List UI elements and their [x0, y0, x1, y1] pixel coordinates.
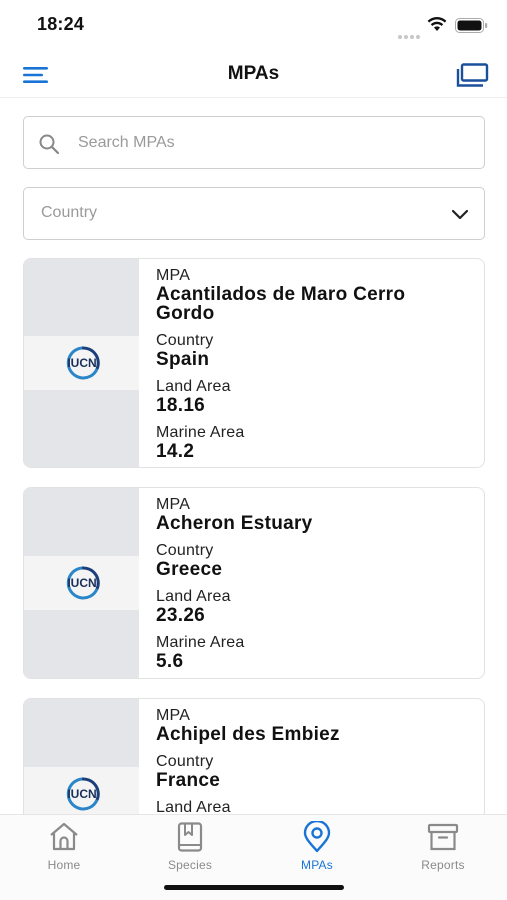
mpa-thumbnail: IUCN: [24, 699, 139, 814]
tab-mpas[interactable]: MPAs: [267, 821, 367, 877]
mpa-name: Achipel des Embiez: [156, 724, 340, 745]
app-header: MPAs: [0, 52, 507, 98]
marine-area-label: Marine Area: [156, 634, 245, 651]
location-pin-icon: [303, 821, 331, 853]
tab-mpas-label: MPAs: [301, 858, 333, 872]
mpa-thumbnail: IUCN: [24, 259, 139, 467]
mpa-label: MPA: [156, 496, 191, 513]
mpa-label: MPA: [156, 267, 191, 284]
tab-species-label: Species: [167, 858, 213, 872]
search-box[interactable]: [23, 116, 485, 169]
marine-area-value: 5.6: [156, 651, 184, 672]
svg-text:IUCN: IUCN: [67, 787, 96, 801]
search-icon: [39, 134, 60, 155]
mpa-card[interactable]: IUCN MPA Acantilados de Maro Cerro Gordo …: [23, 258, 485, 468]
home-icon: [50, 822, 78, 851]
marine-area-label: Marine Area: [156, 424, 245, 441]
country-select-placeholder: Country: [41, 204, 98, 221]
mpa-list[interactable]: IUCN MPA Acantilados de Maro Cerro Gordo …: [0, 258, 507, 814]
svg-text:IUCN: IUCN: [67, 576, 96, 590]
land-area-value: 23.26: [156, 605, 206, 626]
book-icon: [177, 822, 203, 852]
chevron-down-icon: [451, 209, 469, 220]
marine-area-value: 14.2: [156, 441, 195, 462]
iucn-logo: IUCN: [66, 777, 100, 811]
status-bar: 18:24: [0, 0, 507, 52]
battery-icon: [455, 18, 488, 33]
country-label: Country: [156, 542, 214, 559]
wifi-icon: [427, 16, 447, 31]
country-value: Spain: [156, 349, 210, 370]
signal-dots-icon: [398, 26, 422, 39]
land-area-value: 18.16: [156, 395, 206, 416]
mpa-thumbnail: IUCN: [24, 488, 139, 678]
mpa-card[interactable]: IUCN MPA Achipel des Embiez Country Fran…: [23, 698, 485, 814]
mpa-name: Acheron Estuary: [156, 513, 313, 534]
country-value: Greece: [156, 559, 223, 580]
tab-home-label: Home: [47, 858, 81, 872]
home-indicator: [164, 885, 344, 890]
iucn-logo: IUCN: [66, 346, 100, 380]
svg-text:IUCN: IUCN: [67, 356, 96, 370]
mpa-label: MPA: [156, 707, 191, 724]
status-time: 18:24: [37, 14, 85, 34]
country-label: Country: [156, 332, 214, 349]
mpa-name: Acantilados de Maro Cerro Gordo: [156, 284, 406, 324]
tab-reports[interactable]: Reports: [393, 821, 493, 877]
search-input[interactable]: [78, 117, 468, 168]
mpa-card[interactable]: IUCN MPA Acheron Estuary Country Greece …: [23, 487, 485, 679]
page-title: MPAs: [227, 63, 280, 84]
land-area-label: Land Area: [156, 588, 231, 605]
country-select[interactable]: Country: [23, 187, 485, 240]
land-area-label: Land Area: [156, 378, 231, 395]
tab-reports-label: Reports: [421, 858, 465, 872]
card-view-icon[interactable]: [456, 63, 489, 87]
tab-home[interactable]: Home: [14, 821, 114, 877]
country-value: France: [156, 770, 221, 791]
tab-species[interactable]: Species: [140, 821, 240, 877]
land-area-label: Land Area: [156, 799, 231, 814]
iucn-logo: IUCN: [66, 566, 100, 600]
country-label: Country: [156, 753, 214, 770]
archive-box-icon: [427, 823, 459, 851]
